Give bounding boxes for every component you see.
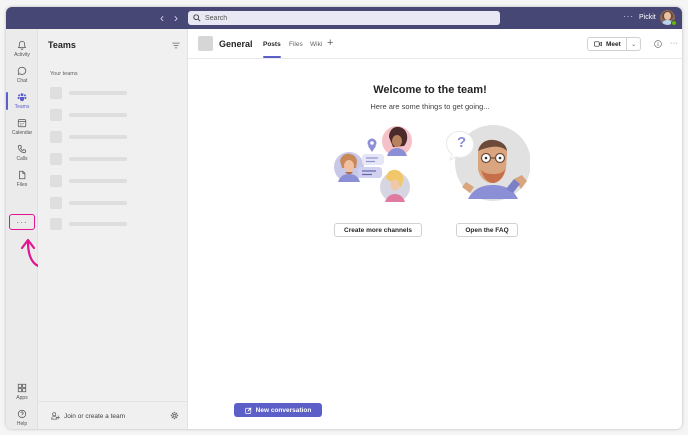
app-rail: Activity Chat Teams Calendar Calls Files… [6, 29, 50, 429]
open-faq-button[interactable]: Open the FAQ [456, 223, 518, 237]
chevron-left-icon[interactable]: ‹ [156, 11, 168, 25]
pane-footer: Join or create a team [38, 401, 188, 429]
rail-item-calls[interactable]: Calls [6, 140, 38, 166]
team-list-item[interactable] [50, 218, 180, 230]
svg-text:?: ? [457, 134, 466, 151]
compose-icon [244, 406, 252, 414]
rail-item-chat[interactable]: Chat [6, 62, 38, 88]
team-list-item[interactable] [50, 131, 180, 143]
meet-label: Meet [606, 40, 621, 48]
meet-button[interactable]: Meet ⌄ [587, 37, 641, 51]
channel-name: General [219, 39, 253, 49]
create-channels-button[interactable]: Create more channels [334, 223, 422, 237]
rail-item-calendar[interactable]: Calendar [6, 114, 38, 140]
new-conversation-button[interactable]: New conversation [234, 403, 322, 417]
rail-label: Files [16, 182, 28, 188]
apps-icon [17, 383, 27, 393]
team-list-item[interactable] [50, 87, 180, 99]
pane-title: Teams [48, 40, 76, 50]
team-list-item[interactable] [50, 197, 180, 209]
phone-icon [17, 144, 27, 154]
team-list-item[interactable] [50, 175, 180, 187]
tab-posts[interactable]: Posts [263, 41, 281, 48]
bell-icon [17, 40, 27, 50]
faq-illustration: ? [446, 125, 530, 201]
tab-files[interactable]: Files [289, 41, 303, 48]
rail-item-activity[interactable]: Activity [6, 36, 38, 62]
chevron-right-icon[interactable]: › [170, 11, 182, 25]
more-apps-button[interactable]: ··· [9, 214, 35, 230]
teams-pane: Teams Your teams Join or create a team [38, 29, 188, 429]
channel-avatar [198, 36, 213, 51]
add-people-icon [51, 412, 60, 420]
chat-icon [17, 66, 27, 76]
info-icon[interactable] [654, 40, 662, 48]
rail-label: Apps [16, 395, 28, 401]
channel-main: General Posts Files Wiki + Meet ⌄ ··· We… [188, 29, 682, 429]
add-tab-button[interactable]: + [327, 37, 333, 49]
rail-label: Calls [16, 156, 28, 162]
rail-label: Teams [14, 104, 30, 110]
user-name: Pickit [639, 14, 656, 21]
rail-label: Calendar [11, 130, 33, 136]
gear-icon[interactable] [170, 411, 179, 420]
more-options-button[interactable]: ··· [623, 12, 634, 21]
rail-item-help[interactable]: Help [6, 405, 38, 429]
chevron-down-icon[interactable]: ⌄ [627, 41, 640, 48]
tab-wiki[interactable]: Wiki [310, 41, 322, 48]
search-icon [193, 14, 201, 22]
rail-item-apps[interactable]: Apps [6, 379, 38, 405]
search-input[interactable] [205, 14, 485, 22]
file-icon [19, 170, 26, 180]
channel-more-button[interactable]: ··· [670, 40, 679, 47]
rail-item-files[interactable]: Files [6, 166, 38, 192]
channel-header: General Posts Files Wiki + Meet ⌄ ··· [188, 29, 682, 59]
search-box[interactable] [188, 11, 500, 25]
rail-label: Help [16, 421, 28, 427]
presence-indicator [671, 20, 677, 26]
rail-label: Chat [16, 78, 28, 84]
calendar-icon [17, 119, 27, 128]
title-bar: ‹ › ··· Pickit [6, 7, 682, 29]
join-or-create-team-link[interactable]: Join or create a team [64, 413, 125, 420]
welcome-subtitle: Here are some things to get going... [370, 102, 490, 111]
teams-window: ‹ › ··· Pickit Activity Chat Teams Calen… [6, 7, 682, 429]
welcome-title: Welcome to the team! [373, 84, 487, 96]
active-tab-indicator [263, 56, 281, 58]
video-camera-icon [594, 41, 602, 47]
team-list-item[interactable] [50, 109, 180, 121]
team-members-illustration [334, 126, 412, 202]
your-teams-heading: Your teams [50, 71, 78, 77]
teams-icon [17, 93, 27, 102]
team-list-item[interactable] [50, 153, 180, 165]
filter-icon[interactable] [172, 42, 180, 49]
new-conversation-label: New conversation [255, 406, 312, 414]
rail-label: Activity [14, 52, 30, 58]
rail-item-teams[interactable]: Teams [6, 88, 38, 114]
help-icon [17, 409, 27, 419]
